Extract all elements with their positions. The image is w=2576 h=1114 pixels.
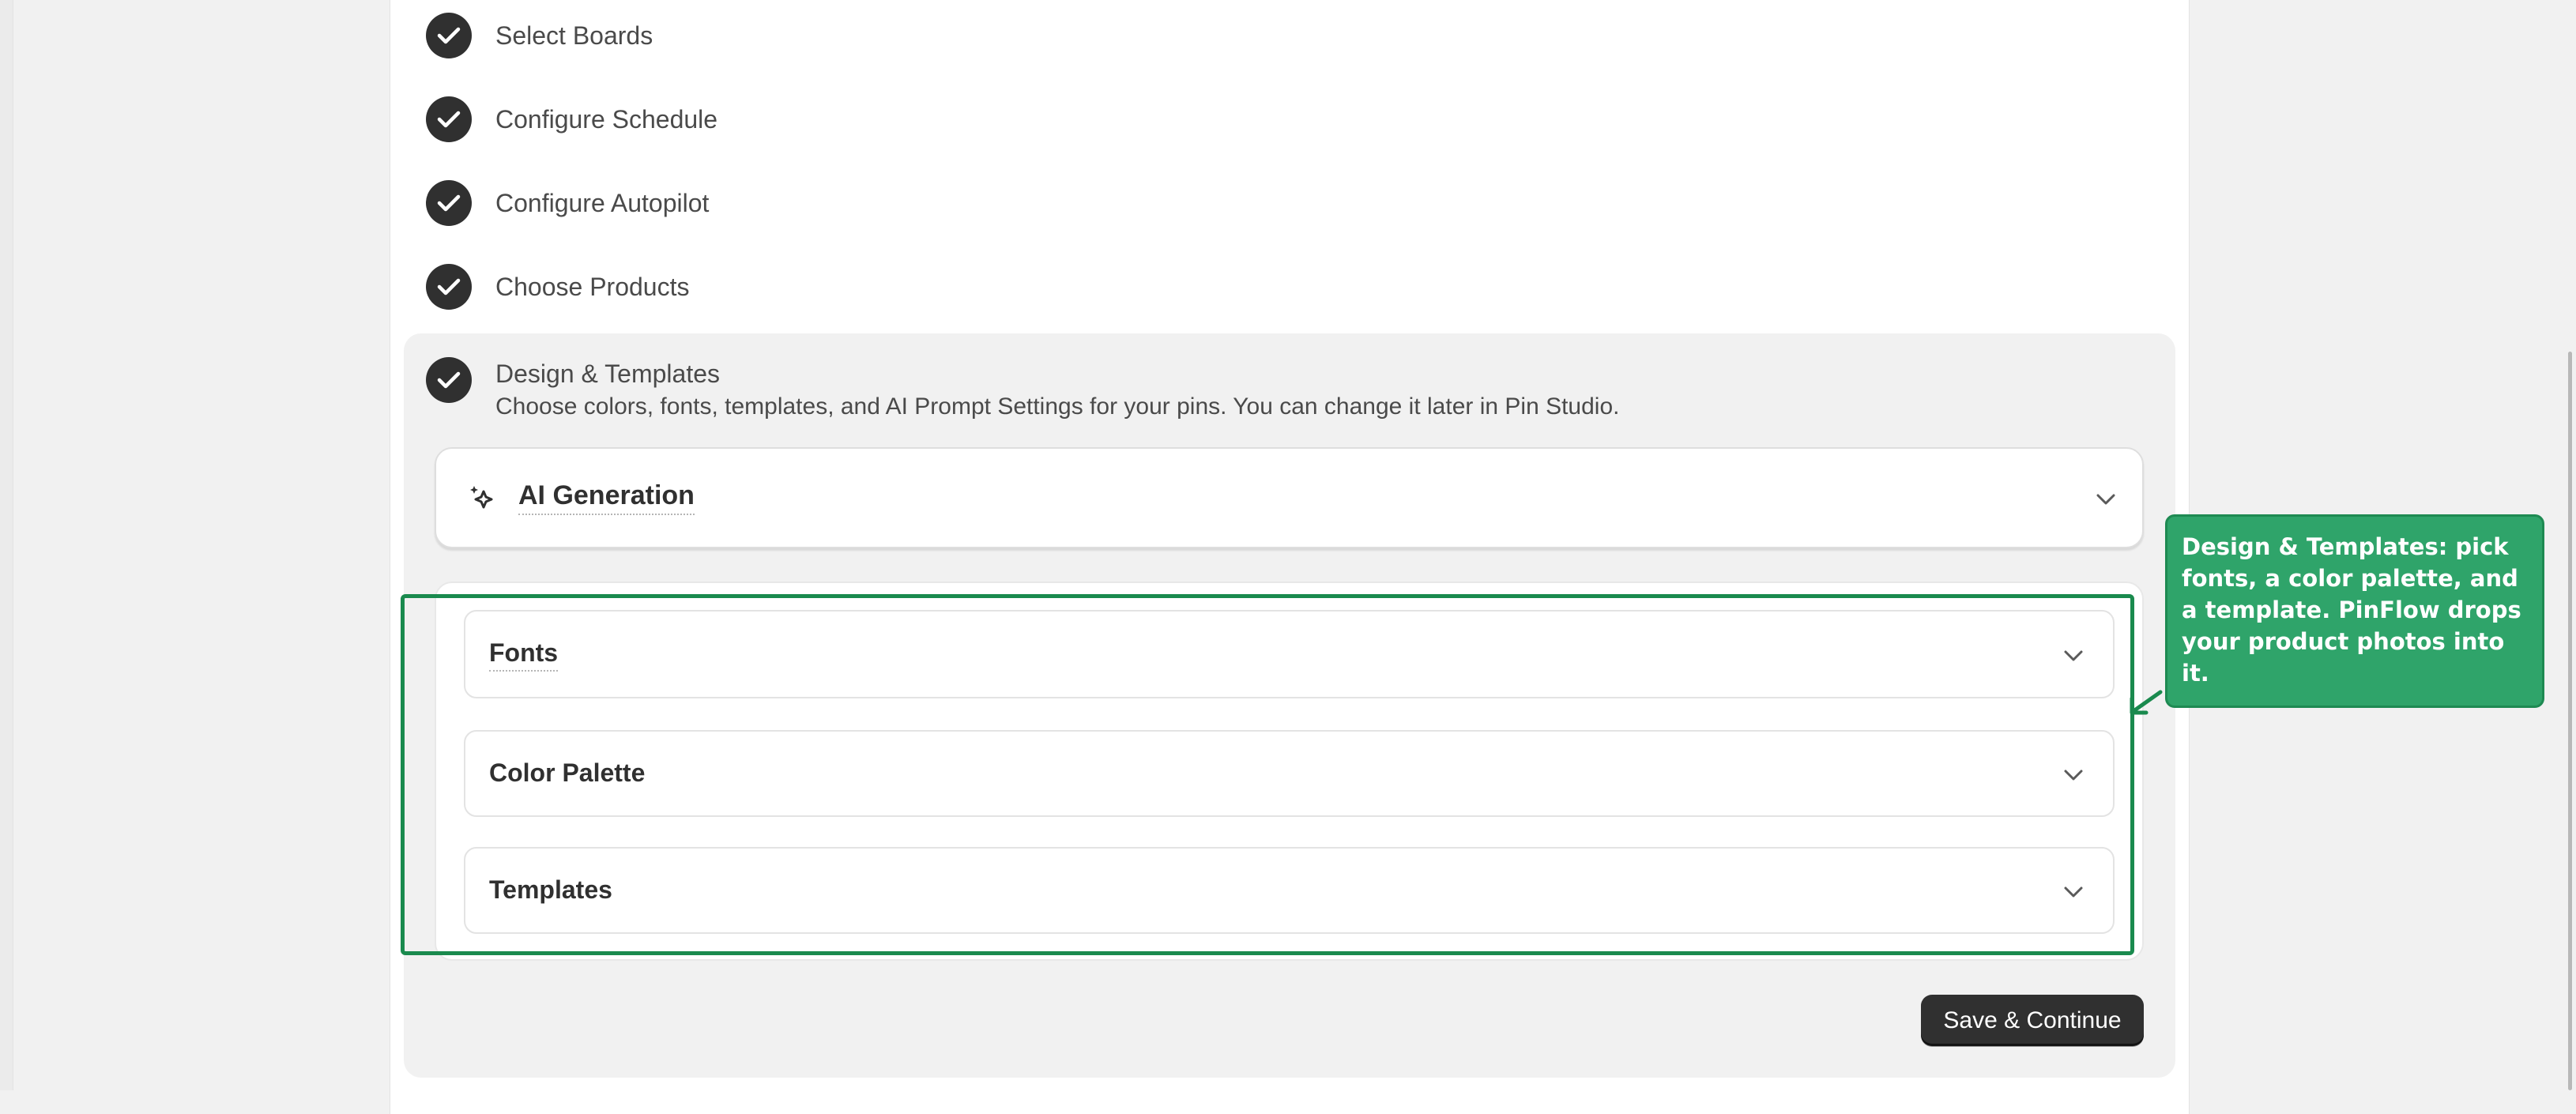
check-circle-icon [426, 264, 472, 310]
color-palette-accordion[interactable]: Color Palette [464, 730, 2115, 817]
ai-generation-accordion[interactable]: AI Generation [435, 447, 2144, 548]
templates-title: Templates [489, 875, 612, 904]
chevron-down-icon [2064, 770, 2083, 781]
tooltip-text: Design & Templates: pick fonts, a color … [2182, 533, 2521, 687]
guide-tooltip: Design & Templates: pick fonts, a color … [2165, 514, 2544, 708]
chevron-down-icon [2096, 494, 2115, 505]
check-circle-icon [426, 180, 472, 226]
color-palette-title: Color Palette [489, 758, 646, 787]
check-circle-icon [426, 13, 472, 58]
step-design-templates: Design & Templates Choose colors, fonts,… [426, 357, 1619, 423]
chevron-down-icon [2064, 886, 2083, 898]
templates-accordion[interactable]: Templates [464, 847, 2115, 934]
check-circle-icon [426, 96, 472, 142]
step-label: Choose Products [495, 272, 690, 301]
step-configure-autopilot[interactable]: Configure Autopilot [426, 180, 709, 226]
page-left-edge [0, 0, 13, 1090]
save-continue-button[interactable]: Save & Continue [1921, 995, 2144, 1046]
step-label: Select Boards [495, 21, 653, 50]
check-circle-icon [426, 357, 472, 403]
step-label: Configure Schedule [495, 104, 718, 134]
arrow-icon [2130, 690, 2163, 715]
ai-generation-title: AI Generation [518, 480, 695, 515]
chevron-down-icon [2064, 650, 2083, 661]
step-choose-products[interactable]: Choose Products [426, 264, 689, 310]
fonts-title: Fonts [489, 638, 559, 672]
scrollbar-thumb[interactable] [2568, 352, 2572, 1090]
step-configure-schedule[interactable]: Configure Schedule [426, 96, 717, 142]
sparkle-icon [470, 486, 493, 509]
fonts-accordion[interactable]: Fonts [464, 610, 2115, 698]
step-label: Configure Autopilot [495, 188, 710, 217]
step-select-boards[interactable]: Select Boards [426, 13, 653, 58]
active-step-title: Design & Templates [495, 359, 720, 388]
active-step-description: Choose colors, fonts, templates, and AI … [495, 393, 1620, 420]
